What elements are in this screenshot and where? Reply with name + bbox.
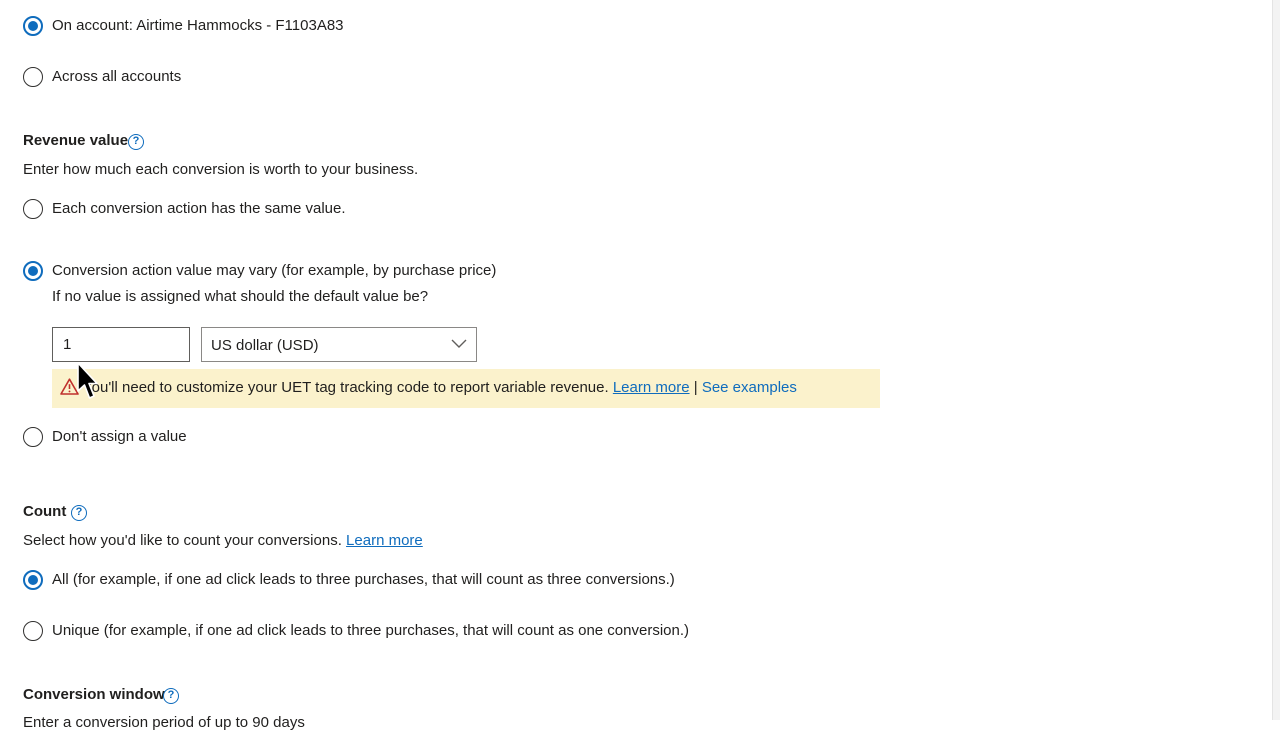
revenue-value-heading: Revenue value [23,132,129,149]
warning-line: You'll need to customize your UET tag tr… [83,379,797,396]
conversion-window-heading: Conversion window [23,686,165,703]
count-description-text: Select how you'd like to count your conv… [23,532,342,549]
radio-label-on-account[interactable]: On account: Airtime Hammocks - F1103A83 [52,17,344,34]
count-help-icon[interactable]: ? [71,505,87,521]
radio-label-count-unique[interactable]: Unique (for example, if one ad click lea… [52,622,689,639]
default-value-input[interactable] [52,327,190,362]
radio-dot [28,21,38,31]
conversion-window-description: Enter a conversion period of up to 90 da… [23,714,305,731]
count-heading: Count [23,503,67,520]
link-separator: | [693,379,698,396]
radio-on-account[interactable] [23,16,43,36]
radio-dot [28,266,38,276]
radio-label-value-may-vary[interactable]: Conversion action value may vary (for ex… [52,262,496,279]
radio-no-value[interactable] [23,427,43,447]
default-value-prompt: If no value is assigned what should the … [52,288,429,305]
radio-count-unique[interactable] [23,621,43,641]
radio-label-across-accounts[interactable]: Across all accounts [52,68,181,85]
currency-dropdown[interactable]: US dollar (USD) [201,327,477,362]
radio-label-no-value[interactable]: Don't assign a value [52,428,187,445]
mouse-pointer-icon [77,362,98,399]
see-examples-link[interactable]: See examples [702,379,797,396]
count-learn-more-link[interactable]: Learn more [346,532,423,549]
variable-revenue-warning: You'll need to customize your UET tag tr… [52,369,880,408]
count-description: Select how you'd like to count your conv… [23,532,423,549]
revenue-help-icon[interactable]: ? [128,134,144,150]
warning-learn-more-link[interactable]: Learn more [613,379,690,396]
radio-count-all[interactable] [23,570,43,590]
scrollbar[interactable] [1272,0,1280,720]
radio-same-value[interactable] [23,199,43,219]
radio-label-count-all[interactable]: All (for example, if one ad click leads … [52,571,675,588]
warning-text: You'll need to customize your UET tag tr… [83,379,609,396]
radio-dot [28,575,38,585]
radio-label-same-value[interactable]: Each conversion action has the same valu… [52,200,346,217]
revenue-description: Enter how much each conversion is worth … [23,161,419,178]
chevron-down-icon [451,339,467,348]
conversion-window-help-icon[interactable]: ? [163,688,179,704]
radio-across-accounts[interactable] [23,67,43,87]
currency-selected: US dollar (USD) [211,337,319,354]
radio-value-may-vary[interactable] [23,261,43,281]
